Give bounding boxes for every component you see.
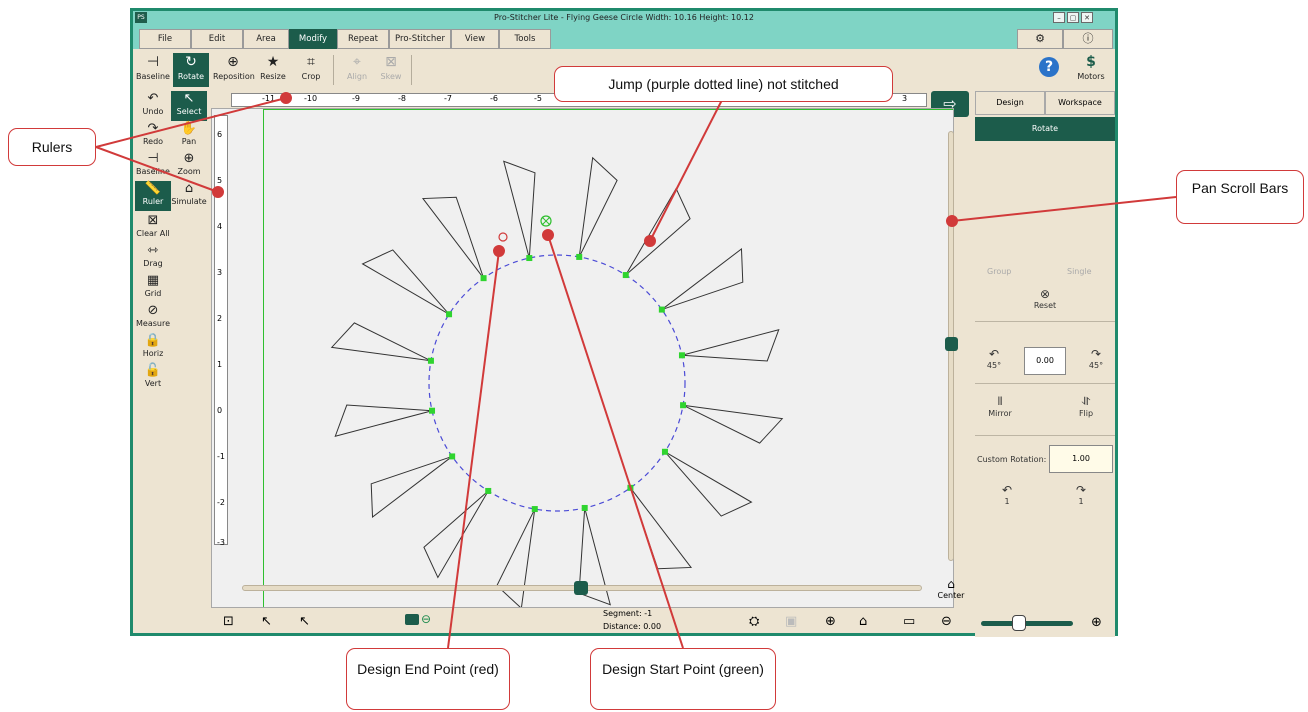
callout-start-point: Design Start Point (green) — [590, 648, 776, 710]
callout-jump: Jump (purple dotted line) not stitched — [554, 66, 893, 102]
callout-pan-scroll-bars: Pan Scroll Bars — [1176, 170, 1304, 224]
callout-rulers: Rulers — [8, 128, 96, 166]
callout-end-point: Design End Point (red) — [346, 648, 510, 710]
annotation-lines — [95, 92, 1177, 649]
